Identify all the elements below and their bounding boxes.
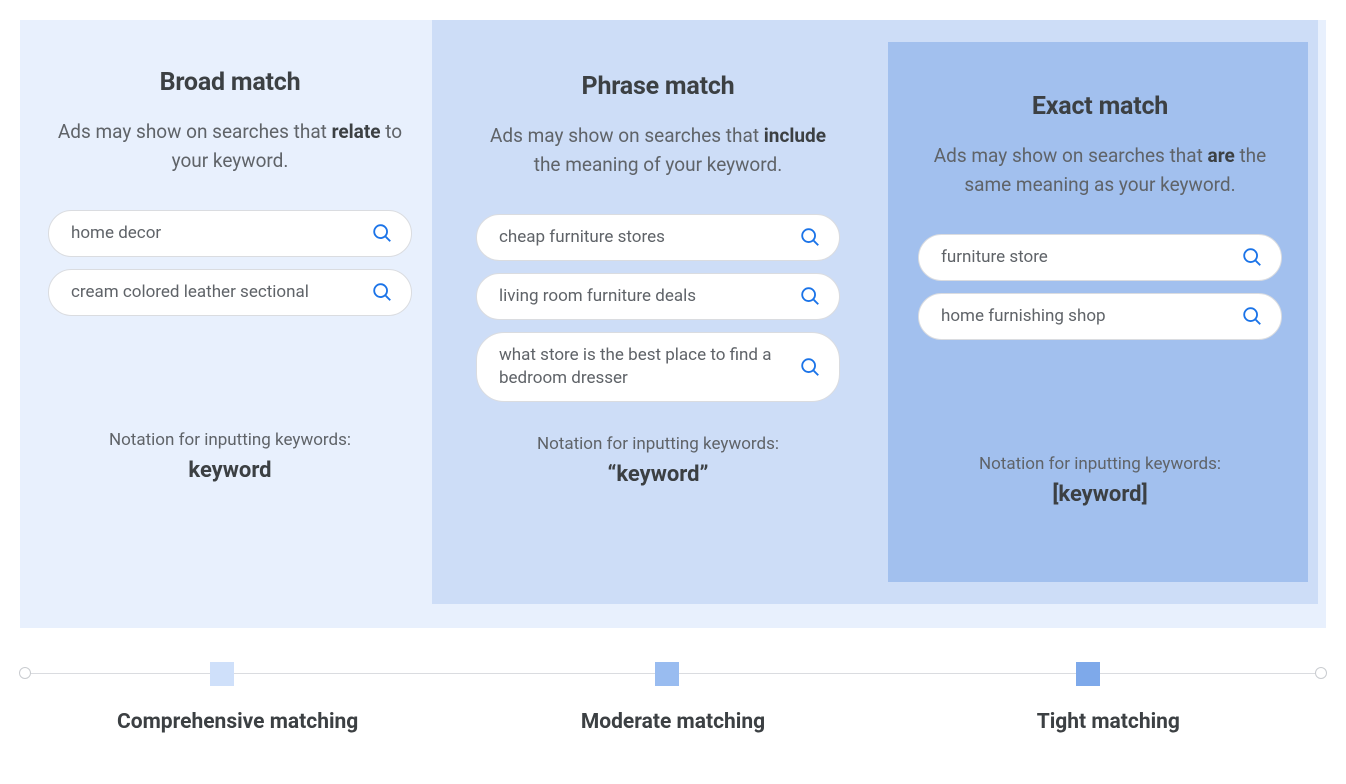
broad-desc-bold: relate [332,120,381,143]
exact-notation-value: [keyword] [1052,482,1147,507]
phrase-title: Phrase match [582,72,735,101]
exact-examples: furniture store home furnishing shop [918,234,1282,424]
broad-desc-pre: Ads may show on searches that [58,120,332,143]
exact-desc-bold: are [1208,144,1235,167]
search-icon [371,222,393,244]
broad-desc: Ads may show on searches that relate to … [55,117,405,176]
exact-desc: Ads may show on searches that are the sa… [925,141,1275,200]
phrase-desc-pre: Ads may show on searches that [490,124,764,147]
slider-label-phrase: Moderate matching [455,710,890,734]
phrase-desc: Ads may show on searches that include th… [483,121,833,180]
slider-marker-phrase [655,662,679,686]
broad-notation-label: Notation for inputting keywords: [109,430,351,450]
search-pill: home decor [48,210,412,257]
slider-marker-exact [1076,662,1100,686]
phrase-examples: cheap furniture stores living room furni… [476,214,840,404]
search-icon [1241,305,1263,327]
search-pill-text: furniture store [941,246,1241,269]
column-exact: Exact match Ads may show on searches tha… [890,44,1310,539]
search-pill: home furnishing shop [918,293,1282,340]
broad-title: Broad match [160,68,301,97]
broad-examples: home decor cream colored leather section… [48,210,412,400]
slider-endpoint-right [1315,667,1327,679]
column-broad: Broad match Ads may show on searches tha… [20,20,440,515]
slider-label-broad: Comprehensive matching [20,710,455,734]
search-icon [799,285,821,307]
exact-title: Exact match [1032,92,1168,121]
search-pill-text: living room furniture deals [499,285,799,308]
search-pill-text: what store is the best place to find a b… [499,344,799,390]
search-pill: furniture store [918,234,1282,281]
phrase-desc-post: the meaning of your keyword. [534,153,782,176]
phrase-notation-value: “keyword” [608,462,709,487]
search-pill: living room furniture deals [476,273,840,320]
matching-slider [20,660,1326,690]
slider-labels: Comprehensive matching Moderate matching… [20,710,1326,734]
search-pill: what store is the best place to find a b… [476,332,840,402]
phrase-desc-bold: include [764,124,826,147]
search-icon [1241,246,1263,268]
exact-notation-label: Notation for inputting keywords: [979,454,1221,474]
exact-desc-pre: Ads may show on searches that [934,144,1208,167]
slider-label-exact: Tight matching [891,710,1326,734]
search-icon [799,356,821,378]
column-phrase: Phrase match Ads may show on searches th… [448,24,868,519]
search-pill: cream colored leather sectional [48,269,412,316]
search-pill: cheap furniture stores [476,214,840,261]
search-pill-text: home decor [71,222,371,245]
broad-notation-value: keyword [188,458,271,483]
slider-endpoint-left [19,667,31,679]
search-icon [799,226,821,248]
phrase-notation-label: Notation for inputting keywords: [537,434,779,454]
search-pill-text: cheap furniture stores [499,226,799,249]
slider-marker-broad [210,662,234,686]
search-icon [371,281,393,303]
search-pill-text: home furnishing shop [941,305,1241,328]
search-pill-text: cream colored leather sectional [71,281,371,304]
